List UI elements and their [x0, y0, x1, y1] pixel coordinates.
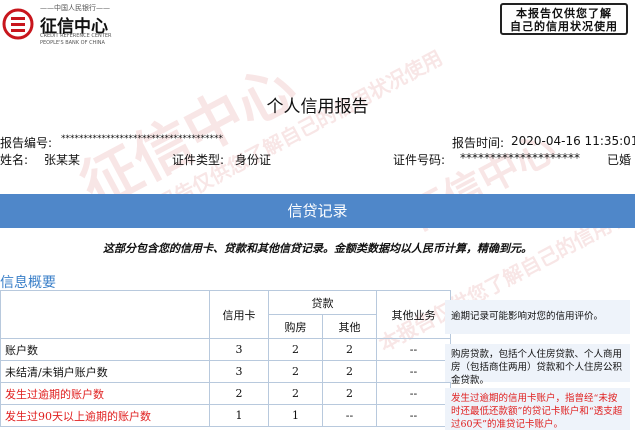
- logo-subtitle-en-2: PEOPLE'S BANK OF CHINA: [40, 40, 105, 46]
- row-label: 发生过90天以上逾期的账户数: [0, 404, 210, 427]
- other-count: 2: [322, 360, 377, 383]
- other-count: --: [322, 404, 377, 427]
- section-header-credit-records: 信贷记录: [0, 194, 635, 228]
- table-header-row: 信用卡 贷款 其他业务: [0, 290, 451, 339]
- header-other-business: 其他业务: [376, 290, 451, 339]
- stamp-line-1: 本报告仅供您了解: [516, 7, 612, 20]
- summary-table: 信用卡 贷款 其他业务 购房 其他 账户数 3 2 2 -- 未结清/未销户账户…: [0, 290, 451, 427]
- table-row: 发生过90天以上逾期的账户数 1 1 -- --: [0, 404, 451, 427]
- summary-title: 信息概要: [0, 275, 56, 291]
- summary-note-overdue: 逾期记录可能影响对您的信用评价。: [445, 300, 630, 334]
- report-title: 个人信用报告: [266, 97, 369, 117]
- other-business-count: --: [376, 382, 451, 405]
- header-housing: 购房: [268, 314, 323, 339]
- table-row: 账户数 3 2 2 --: [0, 338, 451, 361]
- row-label: 发生过逾期的账户数: [0, 382, 210, 405]
- housing-count: 1: [268, 404, 323, 427]
- row-label: 账户数: [0, 338, 210, 361]
- table-row: 发生过逾期的账户数 2 2 2 --: [0, 382, 451, 405]
- header-credit-card: 信用卡: [209, 290, 269, 339]
- report-time-label: 报告时间:: [452, 136, 505, 150]
- report-number-value: ************************************: [61, 134, 223, 144]
- other-business-count: --: [376, 404, 451, 427]
- credit-center-logo: ——中国人民银行—— 征信中心 CREDIT REFERENCE CENTER …: [2, 4, 122, 48]
- report-number-label: 报告编号:: [0, 136, 53, 150]
- credit-card-count: 2: [209, 382, 269, 405]
- summary-note-credit-card: 发生过逾期的信用卡账户，指曾经“未按时还最低还款额”的贷记卡账户和“透支超过60…: [445, 388, 630, 430]
- table-row: 未结清/未销户账户数 3 2 2 --: [0, 360, 451, 383]
- marital-status-value: 已婚: [607, 153, 632, 167]
- section-note: 这部分包含您的信用卡、贷款和其他信贷记录。金额类数据均以人民币计算，精确到元。: [103, 242, 532, 255]
- usage-notice-stamp: 本报告仅供您了解 自己的信用状况使用: [500, 3, 628, 35]
- row-label: 未结清/未销户账户数: [0, 360, 210, 383]
- id-number-value: ********************: [460, 151, 580, 165]
- id-type-label: 证件类型:: [172, 153, 225, 167]
- credit-card-count: 3: [209, 360, 269, 383]
- header-empty-cell: [0, 290, 210, 339]
- housing-count: 2: [268, 360, 323, 383]
- credit-card-count: 1: [209, 404, 269, 427]
- header-other: 其他: [322, 314, 377, 339]
- name-value: 张某某: [44, 153, 81, 167]
- logo-subtitle-en-1: CREDIT REFERENCE CENTER: [40, 33, 112, 39]
- header-loan: 贷款: [268, 290, 377, 315]
- name-label: 姓名:: [0, 153, 29, 167]
- other-count: 2: [322, 382, 377, 405]
- stamp-line-2: 自己的信用状况使用: [510, 20, 618, 33]
- id-type-value: 身份证: [235, 153, 272, 167]
- other-count: 2: [322, 338, 377, 361]
- other-business-count: --: [376, 360, 451, 383]
- other-business-count: --: [376, 338, 451, 361]
- report-time-value: 2020-04-16 11:35:01: [511, 134, 635, 148]
- credit-card-count: 3: [209, 338, 269, 361]
- id-number-label: 证件号码:: [393, 153, 446, 167]
- housing-count: 2: [268, 338, 323, 361]
- housing-count: 2: [268, 382, 323, 405]
- summary-note-housing: 购房贷款，包括个人住房贷款、个人商用房（包括商住两用）贷款和个人住房公积金贷款。: [445, 344, 630, 386]
